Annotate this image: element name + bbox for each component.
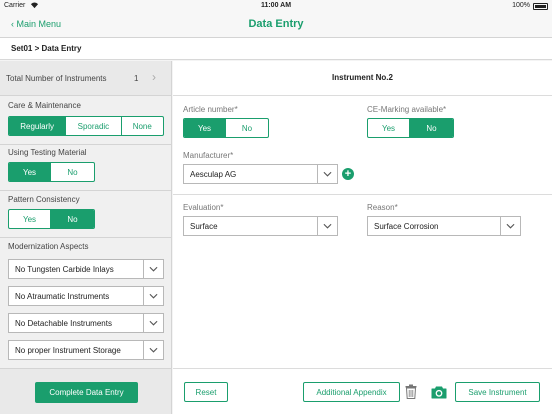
evaluation-dropdown[interactable]: Surface [183, 216, 338, 236]
dropdown-value: No proper Instrument Storage [15, 345, 121, 355]
testing-option-no[interactable]: No [51, 163, 94, 181]
add-manufacturer-icon[interactable]: + [342, 168, 354, 180]
chevron-down-icon [143, 341, 163, 359]
pattern-consistency-segment: Yes No [8, 209, 95, 229]
chevron-down-icon [143, 314, 163, 332]
modernization-dropdown-3[interactable]: No Detachable Instruments [8, 313, 164, 333]
ce-option-no[interactable]: No [410, 119, 453, 137]
testing-material-segment: Yes No [8, 162, 95, 182]
status-bar: Carrier 11:00 AM 100% [0, 0, 552, 12]
divider [0, 237, 171, 238]
chevron-down-icon [143, 287, 163, 305]
modernization-dropdown-4[interactable]: No proper Instrument Storage [8, 340, 164, 360]
battery-icon [533, 3, 548, 10]
care-option-none[interactable]: None [122, 117, 163, 135]
main-footer: Reset Additional Appendix Save Instrumen… [173, 368, 552, 414]
pattern-option-no[interactable]: No [51, 210, 94, 228]
article-number-segment: Yes No [183, 118, 269, 138]
testing-material-label: Using Testing Material [8, 148, 87, 157]
chevron-down-icon [317, 165, 337, 183]
chevron-down-icon [317, 217, 337, 235]
reason-value: Surface Corrosion [374, 221, 439, 231]
chevron-right-icon: › [152, 70, 156, 84]
pattern-consistency-label: Pattern Consistency [8, 195, 80, 204]
page-title: Data Entry [248, 18, 304, 30]
complete-data-entry-button[interactable]: Complete Data Entry [35, 382, 138, 403]
care-maintenance-label: Care & Maintenance [8, 101, 81, 110]
testing-option-yes[interactable]: Yes [9, 163, 52, 181]
article-number-label: Article number* [183, 105, 238, 114]
reason-label: Reason* [367, 203, 398, 212]
breadcrumb-bar: Set01 > Data Entry [0, 38, 552, 60]
ce-marking-segment: Yes No [367, 118, 454, 138]
sidebar: Total Number of Instruments 1 › Care & M… [0, 61, 172, 414]
evaluation-label: Evaluation* [183, 203, 224, 212]
divider [0, 144, 171, 145]
reason-dropdown[interactable]: Surface Corrosion [367, 216, 521, 236]
chevron-down-icon [143, 260, 163, 278]
additional-appendix-button[interactable]: Additional Appendix [303, 382, 400, 402]
main-panel: Instrument No.2 Article number* Yes No C… [173, 61, 552, 414]
modernization-dropdown-2[interactable]: No Atraumatic Instruments [8, 286, 164, 306]
trash-icon[interactable] [405, 384, 417, 399]
dropdown-value: No Detachable Instruments [15, 318, 112, 328]
chevron-down-icon [500, 217, 520, 235]
total-instruments-label: Total Number of Instruments [6, 74, 107, 83]
divider [0, 190, 171, 191]
save-instrument-button[interactable]: Save Instrument [455, 382, 540, 402]
sidebar-footer: Complete Data Entry [0, 368, 171, 414]
dropdown-value: No Atraumatic Instruments [15, 291, 110, 301]
ce-option-yes[interactable]: Yes [368, 119, 411, 137]
ce-marking-label: CE-Marking available* [367, 105, 447, 114]
total-instruments-row[interactable]: Total Number of Instruments 1 › [0, 61, 171, 96]
total-instruments-count: 1 [134, 74, 139, 83]
care-option-sporadic[interactable]: Sporadic [66, 117, 122, 135]
manufacturer-label: Manufacturer* [183, 151, 234, 160]
divider [173, 95, 552, 96]
navigation-bar: ‹ Main Menu Data Entry [0, 12, 552, 38]
article-option-yes[interactable]: Yes [184, 119, 227, 137]
status-time: 11:00 AM [260, 2, 292, 9]
care-maintenance-segment: Regularly Sporadic None [8, 116, 164, 136]
care-option-regularly[interactable]: Regularly [9, 117, 67, 135]
modernization-dropdown-1[interactable]: No Tungsten Carbide Inlays [8, 259, 164, 279]
article-option-no[interactable]: No [226, 119, 268, 137]
reset-button[interactable]: Reset [184, 382, 228, 402]
instrument-title: Instrument No.2 [332, 73, 393, 82]
manufacturer-dropdown[interactable]: Aesculap AG [183, 164, 338, 184]
breadcrumb: Set01 > Data Entry [11, 44, 82, 53]
dropdown-value: No Tungsten Carbide Inlays [15, 264, 114, 274]
camera-icon[interactable] [431, 386, 447, 399]
pattern-option-yes[interactable]: Yes [9, 210, 52, 228]
battery-percent: 100% [512, 2, 530, 9]
evaluation-value: Surface [190, 221, 218, 231]
manufacturer-value: Aesculap AG [190, 169, 237, 179]
divider [173, 194, 552, 195]
modernization-aspects-label: Modernization Aspects [8, 242, 89, 251]
